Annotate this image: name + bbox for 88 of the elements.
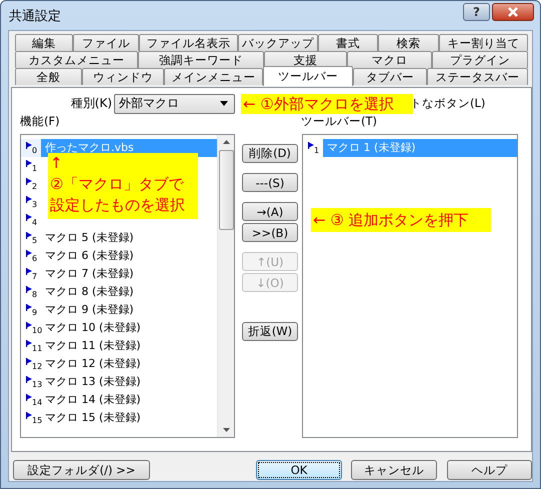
settings-tab[interactable]: バックアップ xyxy=(238,34,318,51)
caret-icon xyxy=(220,101,228,106)
flag-icon xyxy=(26,358,32,365)
flag-icon xyxy=(26,394,32,401)
close-button[interactable] xyxy=(492,2,534,20)
dialog-button[interactable]: キャンセル xyxy=(351,460,437,480)
flag-icon xyxy=(26,250,32,257)
item-number: 2 xyxy=(32,182,38,191)
function-item[interactable]: マクロ 6 (未登録) xyxy=(41,247,217,265)
function-item[interactable]: マクロ 10 (未登録) xyxy=(41,319,217,337)
flag-icon xyxy=(26,214,32,221)
scrollbar-thumb[interactable] xyxy=(218,150,234,230)
action-button[interactable]: >>(B) xyxy=(242,223,298,242)
item-number: 1 xyxy=(32,164,38,173)
flag-icon xyxy=(26,268,32,275)
dialog-button[interactable]: OK xyxy=(256,460,342,480)
settings-tab[interactable]: ファイル xyxy=(73,34,139,51)
item-number: 8 xyxy=(32,290,38,299)
checkbox-label: トなボタン(L) xyxy=(410,96,486,111)
action-button[interactable]: 削除(D) xyxy=(242,144,298,163)
annotation-callout: ← ③ 追加ボタンを押下 xyxy=(311,208,491,232)
function-item[interactable]: マクロ 12 (未登録) xyxy=(41,355,217,373)
item-number: 12 xyxy=(32,362,42,371)
flag-icon xyxy=(26,196,32,203)
settings-tab[interactable]: メインメニュー xyxy=(164,68,263,85)
scrollbar[interactable] xyxy=(217,135,234,437)
settings-tab[interactable]: プラグイン xyxy=(432,51,528,68)
settings-tab[interactable]: 書式 xyxy=(318,34,378,51)
item-number: 6 xyxy=(32,254,38,263)
item-number: 10 xyxy=(32,326,42,335)
type-label: 種別(K) xyxy=(70,95,112,112)
dialog-button[interactable]: 設定フォルダ(/) >> xyxy=(13,460,150,480)
flag-icon xyxy=(26,160,32,167)
settings-tab[interactable]: 全般 xyxy=(15,68,82,85)
window-title: 共通設定 xyxy=(9,8,61,24)
item-number: 11 xyxy=(32,344,42,353)
action-button[interactable]: ---(S) xyxy=(242,173,298,192)
item-number: 1 xyxy=(314,146,320,155)
flag-icon xyxy=(26,178,32,185)
function-item[interactable]: マクロ 9 (未登録) xyxy=(41,301,217,319)
settings-tab[interactable]: タブバー xyxy=(353,68,427,85)
scroll-down-icon[interactable] xyxy=(222,428,230,432)
settings-tab[interactable]: カスタムメニュー xyxy=(15,51,138,68)
item-number: 3 xyxy=(32,200,38,209)
item-number: 13 xyxy=(32,380,42,389)
settings-tab[interactable]: ツールバー xyxy=(263,66,353,86)
flag-icon xyxy=(26,412,32,419)
item-number: 9 xyxy=(32,308,38,317)
item-number: 14 xyxy=(32,398,42,407)
settings-tab[interactable]: 検索 xyxy=(378,34,439,51)
function-item[interactable]: マクロ 13 (未登録) xyxy=(41,373,217,391)
scroll-up-icon[interactable] xyxy=(222,140,230,144)
close-icon xyxy=(507,6,519,16)
settings-tab[interactable]: マクロ xyxy=(347,51,432,68)
annotation-callout: ← ①外部マクロを選択 xyxy=(241,94,413,114)
settings-tab[interactable]: 編集 xyxy=(15,34,73,51)
item-number: 15 xyxy=(32,416,42,425)
action-button[interactable]: 折返(W) xyxy=(242,322,298,341)
annotation-callout: ↑ ②「マクロ」タブで 設定したものを選択 xyxy=(48,153,198,219)
settings-tab[interactable]: ファイル名表示 xyxy=(139,34,238,51)
item-number: 5 xyxy=(32,236,38,245)
flag-icon xyxy=(26,142,32,149)
toolbar-label: ツールバー(T) xyxy=(301,115,377,128)
settings-tab[interactable]: 強調キーワード xyxy=(138,51,264,68)
action-button[interactable]: →(A) xyxy=(242,202,298,221)
item-number: 7 xyxy=(32,272,38,281)
settings-tab[interactable]: キー割り当て xyxy=(439,34,528,51)
type-dropdown[interactable]: 外部マクロ xyxy=(114,94,235,114)
flag-icon xyxy=(308,142,314,149)
function-item[interactable]: マクロ 5 (未登録) xyxy=(41,229,217,247)
flag-icon xyxy=(26,322,32,329)
flag-icon xyxy=(26,376,32,383)
flag-icon xyxy=(26,286,32,293)
item-number: 4 xyxy=(32,218,38,227)
flag-icon xyxy=(26,304,32,311)
functions-label: 機能(F) xyxy=(20,115,61,128)
function-item[interactable]: マクロ 15 (未登録) xyxy=(41,409,217,427)
function-item[interactable]: マクロ 14 (未登録) xyxy=(41,391,217,409)
flag-icon xyxy=(26,340,32,347)
function-item[interactable]: マクロ 8 (未登録) xyxy=(41,283,217,301)
flag-icon xyxy=(26,232,32,239)
help-button[interactable]: ? xyxy=(463,2,490,20)
settings-tab[interactable]: ステータスバー xyxy=(427,68,528,85)
function-item[interactable]: マクロ 7 (未登録) xyxy=(41,265,217,283)
settings-tab[interactable]: ウィンドウ xyxy=(82,68,164,85)
function-item[interactable]: マクロ 11 (未登録) xyxy=(41,337,217,355)
dialog-button[interactable]: ヘルプ xyxy=(447,460,532,480)
item-number: 0 xyxy=(32,146,38,155)
